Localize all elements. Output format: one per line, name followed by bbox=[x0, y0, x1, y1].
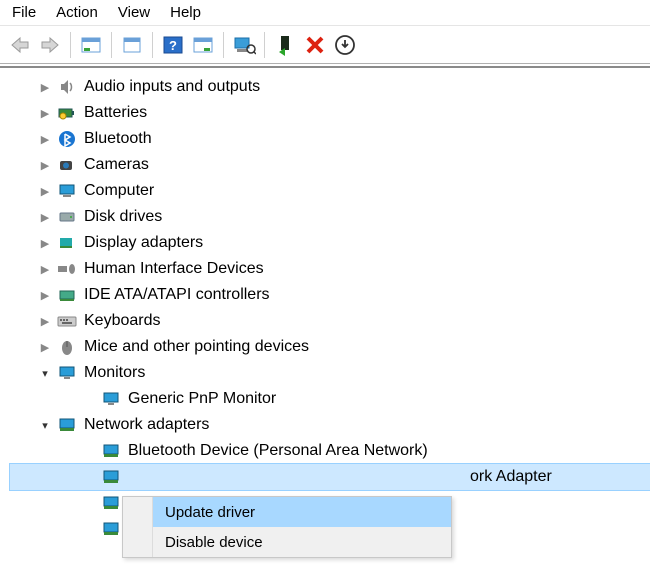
collapse-icon[interactable]: ▾ bbox=[36, 367, 54, 380]
tree-node-display-adapters[interactable]: ▶ Display adapters bbox=[10, 230, 650, 256]
menu-action[interactable]: Action bbox=[50, 2, 112, 23]
expand-icon[interactable]: ▶ bbox=[36, 185, 54, 198]
context-menu-disable-device[interactable]: Disable device bbox=[123, 527, 451, 557]
tree-node-batteries[interactable]: ▶ Batteries bbox=[10, 100, 650, 126]
tree-node-hid[interactable]: ▶ Human Interface Devices bbox=[10, 256, 650, 282]
tree-node-computer[interactable]: ▶ Computer bbox=[10, 178, 650, 204]
ide-icon bbox=[56, 288, 78, 302]
expand-icon[interactable]: ▶ bbox=[36, 315, 54, 328]
monitor-icon bbox=[100, 391, 122, 407]
properties-button[interactable] bbox=[118, 31, 146, 59]
enable-device-button[interactable] bbox=[271, 31, 299, 59]
network-adapter-icon bbox=[100, 495, 122, 511]
tree-label: Disk drives bbox=[84, 208, 162, 226]
tree-label: Audio inputs and outputs bbox=[84, 78, 260, 96]
tree-label: Bluetooth Device (Personal Area Network) bbox=[128, 442, 428, 460]
disk-icon bbox=[56, 210, 78, 224]
context-menu: Update driver Disable device bbox=[122, 496, 452, 558]
battery-icon bbox=[56, 106, 78, 120]
tree-node-monitors[interactable]: ▾ Monitors bbox=[10, 360, 650, 386]
computer-icon bbox=[56, 183, 78, 199]
context-menu-gutter bbox=[123, 497, 153, 557]
tree-node-network-adapters[interactable]: ▾ Network adapters bbox=[10, 412, 650, 438]
tree-node-cameras[interactable]: ▶ Cameras bbox=[10, 152, 650, 178]
svg-text:?: ? bbox=[169, 38, 177, 53]
tree-node-mice[interactable]: ▶ Mice and other pointing devices bbox=[10, 334, 650, 360]
network-adapter-icon bbox=[100, 443, 122, 459]
tree-label: Computer bbox=[84, 182, 154, 200]
uninstall-device-button[interactable] bbox=[331, 31, 359, 59]
toolbar-separator bbox=[223, 32, 224, 58]
tree-label: IDE ATA/ATAPI controllers bbox=[84, 286, 270, 304]
help-button[interactable]: ? bbox=[159, 31, 187, 59]
network-adapter-icon bbox=[100, 469, 122, 485]
forward-button[interactable] bbox=[36, 31, 64, 59]
tree-label: Bluetooth bbox=[84, 130, 152, 148]
show-hide-console-button[interactable] bbox=[77, 31, 105, 59]
tree-label: Human Interface Devices bbox=[84, 260, 264, 278]
tree-label: Cameras bbox=[84, 156, 149, 174]
context-menu-label: Update driver bbox=[159, 504, 255, 521]
toolbar-separator bbox=[70, 32, 71, 58]
toolbar: ? bbox=[0, 26, 650, 64]
expand-icon[interactable]: ▶ bbox=[36, 289, 54, 302]
tree-label: Generic PnP Monitor bbox=[128, 390, 276, 408]
expand-icon[interactable]: ▶ bbox=[36, 263, 54, 276]
network-adapter-icon bbox=[100, 521, 122, 537]
tree-label: Keyboards bbox=[84, 312, 161, 330]
display-adapter-icon bbox=[56, 236, 78, 250]
tree-label: Monitors bbox=[84, 364, 145, 382]
device-tree: ▶ Audio inputs and outputs ▶ Batteries ▶… bbox=[0, 66, 650, 566]
collapse-icon[interactable]: ▾ bbox=[36, 419, 54, 432]
back-button[interactable] bbox=[6, 31, 34, 59]
menu-help[interactable]: Help bbox=[164, 2, 215, 23]
context-menu-update-driver[interactable]: Update driver bbox=[123, 497, 451, 527]
tree-label: Mice and other pointing devices bbox=[84, 338, 309, 356]
tree-node-bluetooth-pan[interactable]: Bluetooth Device (Personal Area Network) bbox=[10, 438, 650, 464]
expand-icon[interactable]: ▶ bbox=[36, 341, 54, 354]
tree-label: ork Adapter bbox=[128, 468, 552, 486]
expand-icon[interactable]: ▶ bbox=[36, 107, 54, 120]
toolbar-separator bbox=[264, 32, 265, 58]
tree-node-wifi-adapter[interactable]: ork Adapter bbox=[10, 464, 650, 490]
expand-icon[interactable]: ▶ bbox=[36, 211, 54, 224]
menu-file[interactable]: File bbox=[6, 2, 50, 23]
tree-node-keyboards[interactable]: ▶ Keyboards bbox=[10, 308, 650, 334]
bluetooth-icon bbox=[56, 130, 78, 148]
monitor-icon bbox=[56, 365, 78, 381]
tree-label: Network adapters bbox=[84, 416, 209, 434]
tree-node-ide[interactable]: ▶ IDE ATA/ATAPI controllers bbox=[10, 282, 650, 308]
hid-icon bbox=[56, 262, 78, 276]
toolbar-separator bbox=[152, 32, 153, 58]
toolbar-separator bbox=[111, 32, 112, 58]
expand-icon[interactable]: ▶ bbox=[36, 237, 54, 250]
expand-icon[interactable]: ▶ bbox=[36, 159, 54, 172]
keyboard-icon bbox=[56, 315, 78, 327]
tree-node-disk-drives[interactable]: ▶ Disk drives bbox=[10, 204, 650, 230]
expand-icon[interactable]: ▶ bbox=[36, 133, 54, 146]
context-menu-label: Disable device bbox=[159, 534, 263, 551]
action-pane-button[interactable] bbox=[189, 31, 217, 59]
tree-node-audio[interactable]: ▶ Audio inputs and outputs bbox=[10, 74, 650, 100]
tree-label: Batteries bbox=[84, 104, 147, 122]
tree-node-bluetooth[interactable]: ▶ Bluetooth bbox=[10, 126, 650, 152]
menu-bar: File Action View Help bbox=[0, 0, 650, 26]
mouse-icon bbox=[56, 338, 78, 356]
tree-label: Display adapters bbox=[84, 234, 203, 252]
tree-node-generic-monitor[interactable]: Generic PnP Monitor bbox=[10, 386, 650, 412]
expand-icon[interactable]: ▶ bbox=[36, 81, 54, 94]
camera-icon bbox=[56, 158, 78, 172]
scan-hardware-button[interactable] bbox=[230, 31, 258, 59]
network-adapter-icon bbox=[56, 417, 78, 433]
menu-view[interactable]: View bbox=[112, 2, 164, 23]
disable-device-button[interactable] bbox=[301, 31, 329, 59]
speaker-icon bbox=[56, 78, 78, 96]
